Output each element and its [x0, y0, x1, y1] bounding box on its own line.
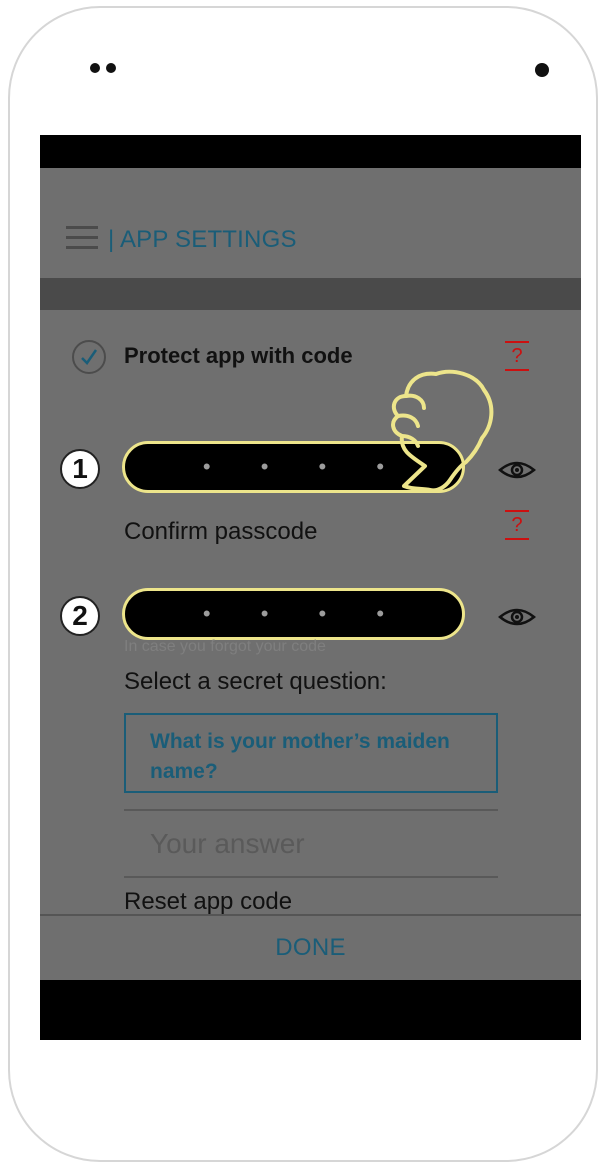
speaker-dot-icon [90, 63, 100, 73]
pointing-hand-icon [391, 369, 494, 493]
protect-app-label: Protect app with code [124, 343, 353, 368]
step-badge-1: 1 [60, 449, 100, 489]
done-button[interactable]: DONE [269, 933, 352, 963]
select-question-label: Select a secret question: [124, 668, 387, 695]
phone-screen: | APP SETTINGS Protect app with code ? 1… [40, 135, 581, 1040]
passcode-dots: • • • • [202, 454, 407, 479]
camera-dot-icon [535, 63, 549, 77]
eye-icon[interactable] [498, 605, 536, 629]
secret-question-select[interactable]: What is your mother’s maiden name? [124, 713, 498, 793]
answer-top-divider [124, 809, 498, 811]
confirm-passcode-field[interactable]: • • • • [122, 588, 465, 640]
speaker-dot-icon [106, 63, 116, 73]
app-settings-screen: | APP SETTINGS Protect app with code ? 1… [40, 168, 581, 980]
bottom-action-bar: DONE [40, 914, 581, 980]
passcode-dots: • • • • [202, 601, 407, 626]
protect-checkbox[interactable] [72, 340, 106, 374]
checkmark-icon [81, 349, 98, 365]
confirm-passcode-label: Confirm passcode [124, 518, 318, 545]
answer-input[interactable] [124, 818, 498, 870]
header-divider [40, 278, 581, 310]
forgot-code-hint: In case you forgot your code [124, 638, 326, 655]
step-badge-2: 2 [60, 596, 100, 636]
answer-bottom-divider [124, 876, 498, 878]
reset-app-code-link[interactable]: Reset app code [124, 888, 292, 916]
hamburger-menu-icon[interactable] [66, 224, 98, 252]
page-title: | APP SETTINGS [108, 226, 297, 253]
help-question-icon[interactable]: ? [505, 510, 529, 540]
